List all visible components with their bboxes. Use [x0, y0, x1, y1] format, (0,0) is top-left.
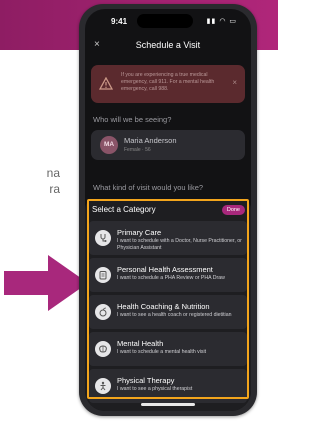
pointer-arrow-icon	[4, 255, 88, 311]
done-button[interactable]: Done	[221, 205, 245, 215]
category-label: Primary Care	[117, 228, 162, 237]
brain-icon	[95, 341, 111, 357]
alert-close-icon[interactable]: ×	[232, 78, 237, 87]
category-description: I want to schedule with a Doctor, Nurse …	[117, 238, 242, 251]
side-text-line: na	[46, 166, 60, 180]
category-health-coaching-nutrition[interactable]: Health Coaching & Nutrition I want to se…	[89, 295, 247, 329]
physical-therapy-icon	[95, 378, 111, 394]
category-physical-therapy[interactable]: Physical Therapy I want to see a physica…	[89, 369, 247, 403]
home-indicator[interactable]	[141, 403, 195, 406]
clipboard-icon	[95, 267, 111, 283]
cropped-side-text: na ra	[0, 165, 60, 197]
nutrition-icon	[95, 304, 111, 320]
category-primary-care[interactable]: Primary Care I want to schedule with a D…	[89, 221, 247, 255]
emergency-alert: If you are experiencing a true medical e…	[91, 65, 245, 103]
page-title: Schedule a Visit	[135, 40, 201, 50]
patient-details: Female · 56	[124, 147, 151, 153]
sheet-title: Select a Category	[92, 205, 156, 214]
category-sheet: Select a Category Done Primary Care I wa…	[85, 199, 251, 411]
alert-text: If you are experiencing a true medical e…	[121, 72, 215, 92]
phone-screen: 9:41 ▮▮ ◠ ▭ × Schedule a Visit If you ar…	[85, 9, 251, 411]
stethoscope-icon	[95, 230, 111, 246]
nav-bar: × Schedule a Visit	[85, 35, 251, 55]
category-label: Personal Health Assessment	[117, 265, 213, 274]
category-personal-health-assessment[interactable]: Personal Health Assessment I want to sch…	[89, 258, 247, 292]
status-icons: ▮▮ ◠ ▭	[206, 18, 237, 25]
status-bar: 9:41 ▮▮ ◠ ▭	[85, 9, 251, 31]
warning-icon	[99, 77, 113, 90]
avatar: MA	[100, 136, 118, 154]
status-time: 9:41	[111, 17, 128, 26]
patient-question: Who will we be seeing?	[93, 115, 172, 124]
sheet-header: Select a Category Done	[85, 199, 251, 219]
category-description: I want to see a health coach or register…	[117, 312, 232, 318]
category-label: Physical Therapy	[117, 376, 175, 385]
patient-name: Maria Anderson	[124, 136, 177, 145]
category-description: I want to see a physical therapist	[117, 386, 193, 392]
category-label: Health Coaching & Nutrition	[117, 302, 210, 311]
side-text-line: ra	[49, 182, 60, 196]
category-description: I want to schedule a PHA Review or PHA D…	[117, 275, 225, 281]
category-mental-health[interactable]: Mental Health I want to schedule a menta…	[89, 332, 247, 366]
background-form: If you are experiencing a true medical e…	[85, 59, 251, 192]
dynamic-island	[137, 14, 193, 28]
category-label: Mental Health	[117, 339, 164, 348]
category-description: I want to schedule a mental health visit	[117, 349, 207, 355]
visit-type-question: What kind of visit would you like?	[93, 183, 204, 192]
patient-card[interactable]: MA Maria Anderson Female · 56	[91, 130, 245, 160]
